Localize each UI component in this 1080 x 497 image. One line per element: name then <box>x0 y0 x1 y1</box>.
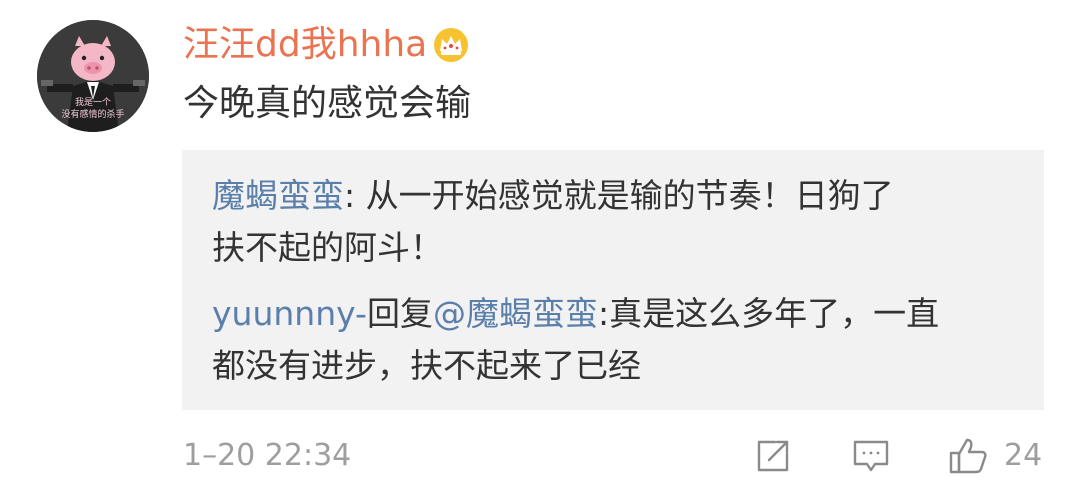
comment-text: 今晚真的感觉会输 <box>183 83 472 124</box>
share-icon[interactable] <box>753 436 793 476</box>
comment-icon[interactable] <box>851 436 891 476</box>
comment-card: 我是一个 没有感情的杀手 汪汪dd我hhha 今晚真的感觉会输 魔蝎蛮蛮: 从一… <box>0 0 1080 497</box>
avatar[interactable]: 我是一个 没有感情的杀手 <box>37 20 149 132</box>
reply-mention[interactable]: @魔蝎蛮蛮 <box>433 294 598 333</box>
reply-item[interactable]: 魔蝎蛮蛮: 从一开始感觉就是输的节奏！日狗了 扶不起的阿斗！ <box>212 170 1022 274</box>
reply-author[interactable]: 魔蝎蛮蛮 <box>212 176 344 215</box>
crown-icon <box>433 27 469 63</box>
reply-item[interactable]: yuunnny-回复@魔蝎蛮蛮:真是这么多年了，一直 都没有进步，扶不起来了已经 <box>212 288 1022 392</box>
like-count: 24 <box>1004 438 1043 473</box>
reply-text-line1: 真是这么多年了，一直 <box>609 294 940 333</box>
reply-word: 回复 <box>366 294 433 333</box>
reply-text-line2: 扶不起的阿斗！ <box>212 228 443 267</box>
replies-box[interactable]: 魔蝎蛮蛮: 从一开始感觉就是输的节奏！日狗了 扶不起的阿斗！ yuunnny-回… <box>182 150 1044 410</box>
avatar-caption-line1: 我是一个 <box>74 98 111 108</box>
reply-text-line1: 从一开始感觉就是输的节奏！日狗了 <box>365 176 894 215</box>
thumbs-up-icon[interactable] <box>948 436 988 476</box>
reply-separator: : <box>597 294 610 333</box>
username[interactable]: 汪汪dd我hhha <box>183 22 427 68</box>
username-row: 汪汪dd我hhha <box>183 22 469 68</box>
reply-text-line2: 都没有进步，扶不起来了已经 <box>212 346 641 385</box>
avatar-caption-line2: 没有感情的杀手 <box>61 110 125 120</box>
comment-footer: 1–20 22:34 24 <box>0 430 1080 480</box>
reply-author[interactable]: yuunnny- <box>212 294 367 333</box>
reply-separator: : <box>344 176 366 215</box>
timestamp: 1–20 22:34 <box>183 438 352 473</box>
